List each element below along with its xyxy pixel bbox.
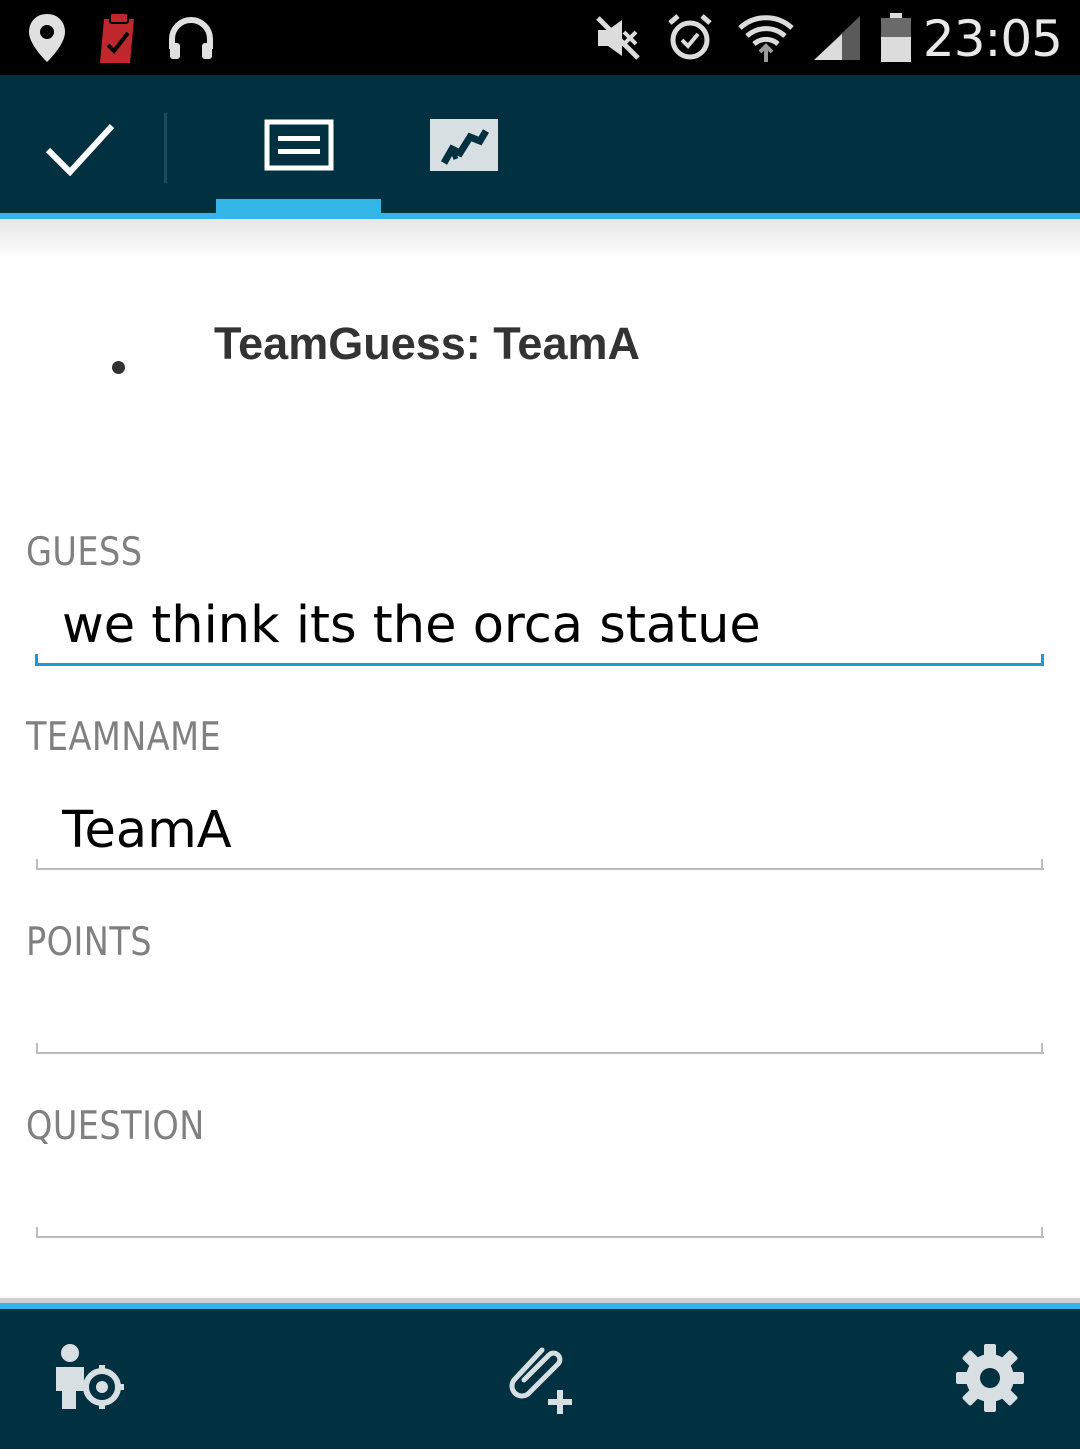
- mute-icon: [594, 10, 642, 66]
- guess-label: GUESS: [26, 530, 143, 575]
- status-bar: 23:05: [0, 0, 1080, 75]
- teamname-label: TEAMNAME: [26, 715, 222, 760]
- settings-button[interactable]: [940, 1330, 1040, 1430]
- locate-user-button[interactable]: [42, 1330, 142, 1430]
- guess-input[interactable]: [36, 588, 1044, 666]
- headset-icon: [166, 10, 216, 66]
- points-input[interactable]: [36, 976, 1044, 1054]
- form-icon: [264, 119, 334, 176]
- points-label: POINTS: [26, 920, 152, 965]
- points-underline-left: [36, 1043, 38, 1053]
- guess-underline-left: [35, 654, 38, 666]
- map-icon: [429, 118, 498, 176]
- question-underline-right: [1041, 1227, 1043, 1237]
- teamname-underline-left: [36, 859, 38, 869]
- action-bar-divider: [164, 113, 167, 183]
- points-underline-right: [1041, 1043, 1043, 1053]
- guess-underline-right: [1041, 654, 1044, 666]
- battery-icon: [880, 10, 912, 66]
- settings-gear-icon: [954, 1342, 1026, 1419]
- signal-icon: [812, 10, 862, 66]
- location-pin-icon: [26, 10, 68, 66]
- attach-add-button[interactable]: [494, 1330, 594, 1430]
- action-bar-shadow: [0, 219, 1080, 259]
- clipboard-icon: [96, 10, 142, 66]
- record-bullet-icon: [112, 361, 125, 374]
- question-label: QUESTION: [26, 1104, 205, 1149]
- form-tab[interactable]: [216, 95, 381, 199]
- teamname-underline-right: [1041, 859, 1043, 869]
- locate-user-icon: [54, 1343, 130, 1418]
- selected-tab-indicator: [216, 199, 381, 214]
- teamname-input[interactable]: [36, 792, 1044, 870]
- question-underline-left: [36, 1227, 38, 1237]
- confirm-button[interactable]: [30, 105, 130, 195]
- wifi-icon: [738, 10, 794, 66]
- check-icon: [44, 120, 116, 181]
- question-input[interactable]: [36, 1160, 1044, 1238]
- attach-add-icon: [504, 1340, 584, 1421]
- map-tab[interactable]: [381, 95, 546, 199]
- alarm-icon: [666, 10, 714, 66]
- status-clock: 23:05: [922, 10, 1063, 68]
- record-title: TeamGuess: TeamA: [214, 318, 640, 369]
